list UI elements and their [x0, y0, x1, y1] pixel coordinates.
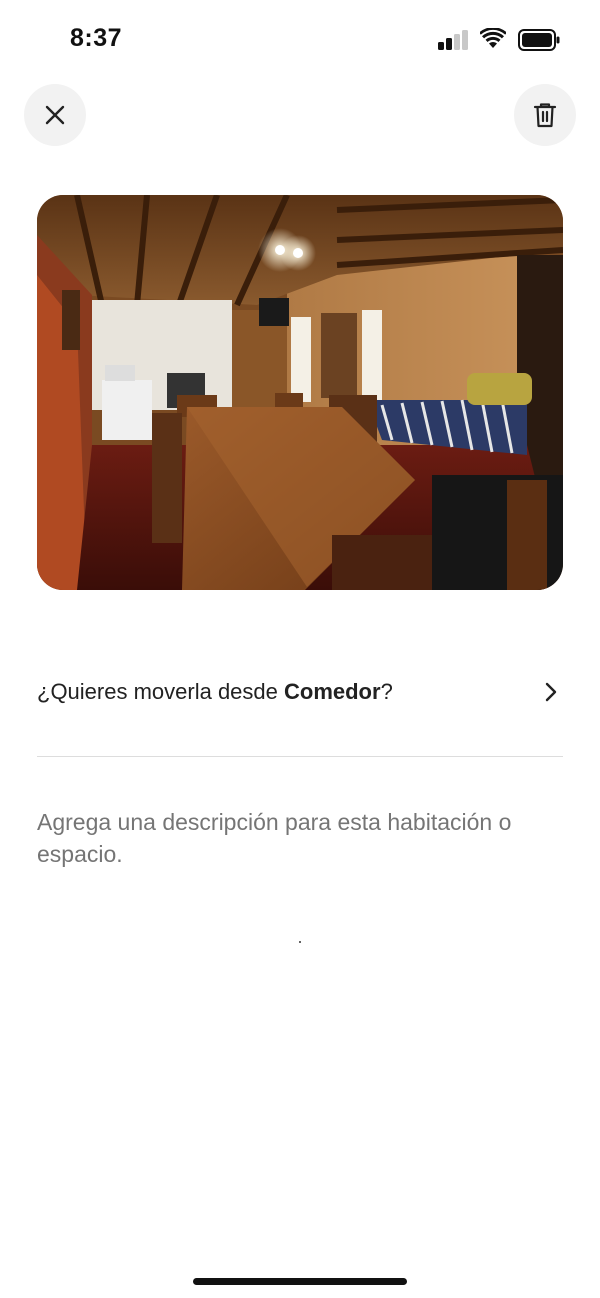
- cursor-dot: [299, 941, 301, 943]
- move-prefix: ¿Quieres moverla desde: [37, 679, 284, 704]
- close-button[interactable]: [24, 84, 86, 146]
- chevron-right-icon: [545, 682, 557, 702]
- status-bar: 8:37: [0, 0, 600, 80]
- cellular-signal-icon: [438, 30, 470, 50]
- room-photo[interactable]: [37, 195, 563, 590]
- move-suffix: ?: [380, 679, 393, 704]
- trash-icon: [533, 103, 557, 128]
- divider: [37, 756, 563, 757]
- wifi-icon: [480, 28, 506, 48]
- close-icon: [45, 105, 65, 125]
- description-field[interactable]: [37, 806, 563, 878]
- home-indicator[interactable]: [193, 1278, 407, 1285]
- battery-icon: [518, 29, 560, 51]
- move-photo-text: ¿Quieres moverla desde Comedor?: [37, 679, 393, 705]
- room-photo-image: [37, 195, 563, 590]
- move-photo-row[interactable]: ¿Quieres moverla desde Comedor?: [37, 668, 563, 716]
- delete-button[interactable]: [514, 84, 576, 146]
- status-time: 8:37: [70, 24, 123, 52]
- screen: 8:37 ¿Quieres moverla desde Comedor? Agr…: [0, 0, 600, 1298]
- current-room-name: Comedor: [284, 679, 381, 704]
